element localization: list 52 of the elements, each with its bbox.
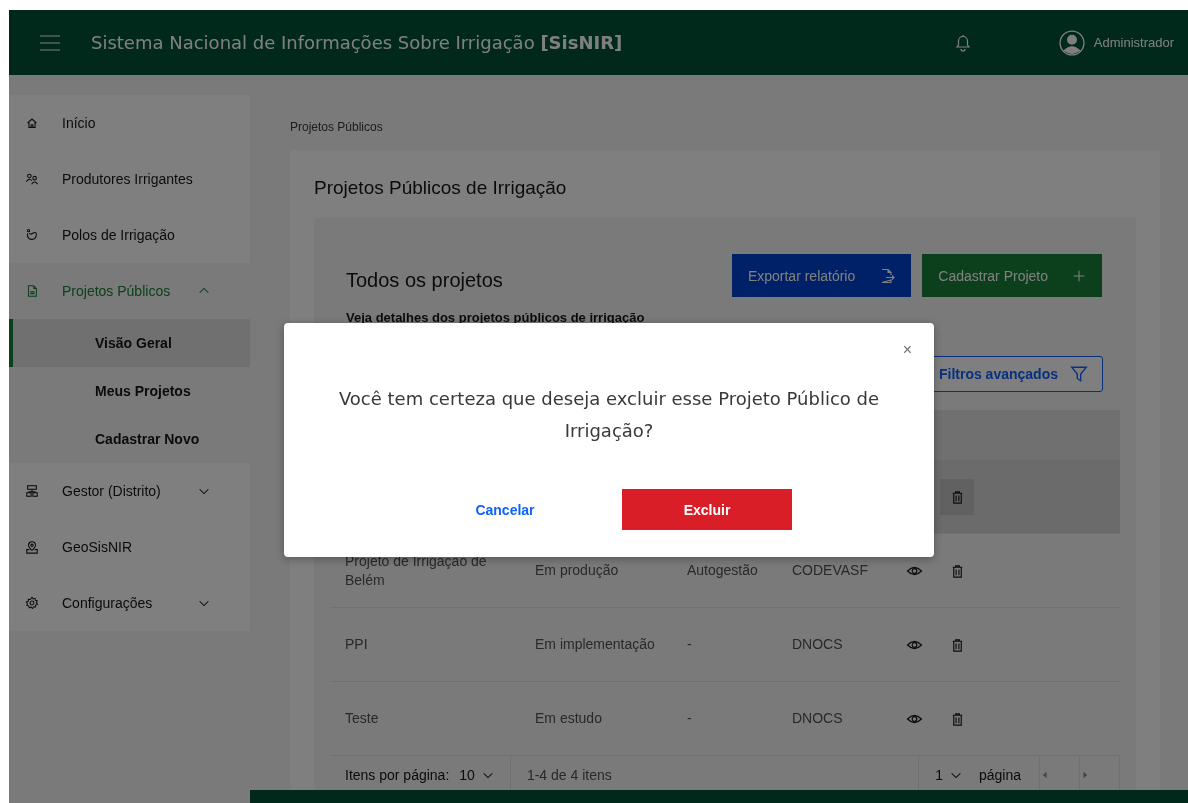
table-cell-text: Autogestão (686, 561, 759, 580)
sidebar-subitem[interactable]: Meus Projetos (9, 367, 250, 415)
sidebar-item[interactable]: Produtores Irrigantes (9, 151, 250, 207)
items-per-page-label: Itens por página: (345, 767, 450, 783)
close-button[interactable]: × (902, 341, 912, 359)
dialog-message: Você tem certeza que deseja excluir esse Projeto Público de Irrigação? (337, 387, 881, 443)
table-cell-text: PPI (344, 635, 369, 654)
breadcrumb[interactable]: Projetos Públicos (290, 120, 1160, 134)
create-project-button[interactable]: Cadastrar Projeto (922, 254, 1102, 297)
table-cell-text: DNOCS (791, 635, 844, 654)
sidebar-subitem[interactable]: Cadastrar Novo (9, 415, 250, 463)
page-select[interactable]: 1 (935, 767, 963, 783)
file-export-icon (879, 267, 896, 284)
panel-subtitle: Veja detalhes dos projetos públicos de irrigação (346, 310, 646, 325)
table-cell-text: DNOCS (791, 709, 844, 728)
table-cell-text: Em implementação (534, 635, 656, 654)
sidebar-item[interactable]: Gestor (Distrito) (9, 463, 250, 519)
table-cell-text: Em estudo (534, 709, 603, 728)
item-range: 1-4 de 4 itens (526, 767, 612, 783)
table-cell-text: Teste (344, 709, 380, 728)
table-cell-text: Em produção (534, 561, 620, 580)
items-per-page-select[interactable]: 10 (459, 767, 495, 783)
sidebar-item[interactable]: GeoSisNIR (9, 519, 250, 575)
menu-icon (39, 32, 61, 53)
map-pin-icon (25, 540, 39, 554)
hierarchy-icon (25, 484, 39, 498)
sprout-icon (25, 228, 39, 242)
delete-confirm-button[interactable]: Excluir (622, 489, 792, 530)
table-cell-text: CODEVASF (791, 561, 869, 580)
sidebar-item[interactable]: Configurações (9, 575, 250, 631)
caret-left-icon (1040, 770, 1050, 780)
sidebar-item[interactable]: Início (9, 95, 250, 151)
page-label: página (978, 767, 1021, 783)
cancel-button[interactable]: Cancelar (420, 489, 590, 530)
page-title: Projetos Públicos de Irrigação (314, 177, 568, 199)
table-cell-text: - (686, 709, 693, 728)
user-avatar-icon (1058, 29, 1085, 56)
home-icon (25, 116, 39, 130)
document-icon (25, 284, 39, 298)
user-name[interactable]: Administrador (1093, 35, 1174, 50)
filter-icon (1070, 365, 1088, 383)
panel-title: Todos os projetos (346, 269, 504, 292)
delete-button[interactable] (940, 478, 974, 515)
export-button[interactable]: Exportar relatório (731, 254, 912, 297)
table-cell-text: - (686, 635, 693, 654)
caret-right-icon (1080, 770, 1090, 780)
users-icon (25, 172, 39, 186)
gear-icon (25, 596, 39, 610)
sidebar-item[interactable]: Polos de Irrigação (9, 207, 250, 263)
app-title: Sistema Nacional de Informações Sobre Irrigação [SisNIR] (91, 32, 624, 53)
plus-icon (1072, 268, 1086, 283)
sidebar-subitem[interactable]: Visão Geral (9, 319, 250, 367)
